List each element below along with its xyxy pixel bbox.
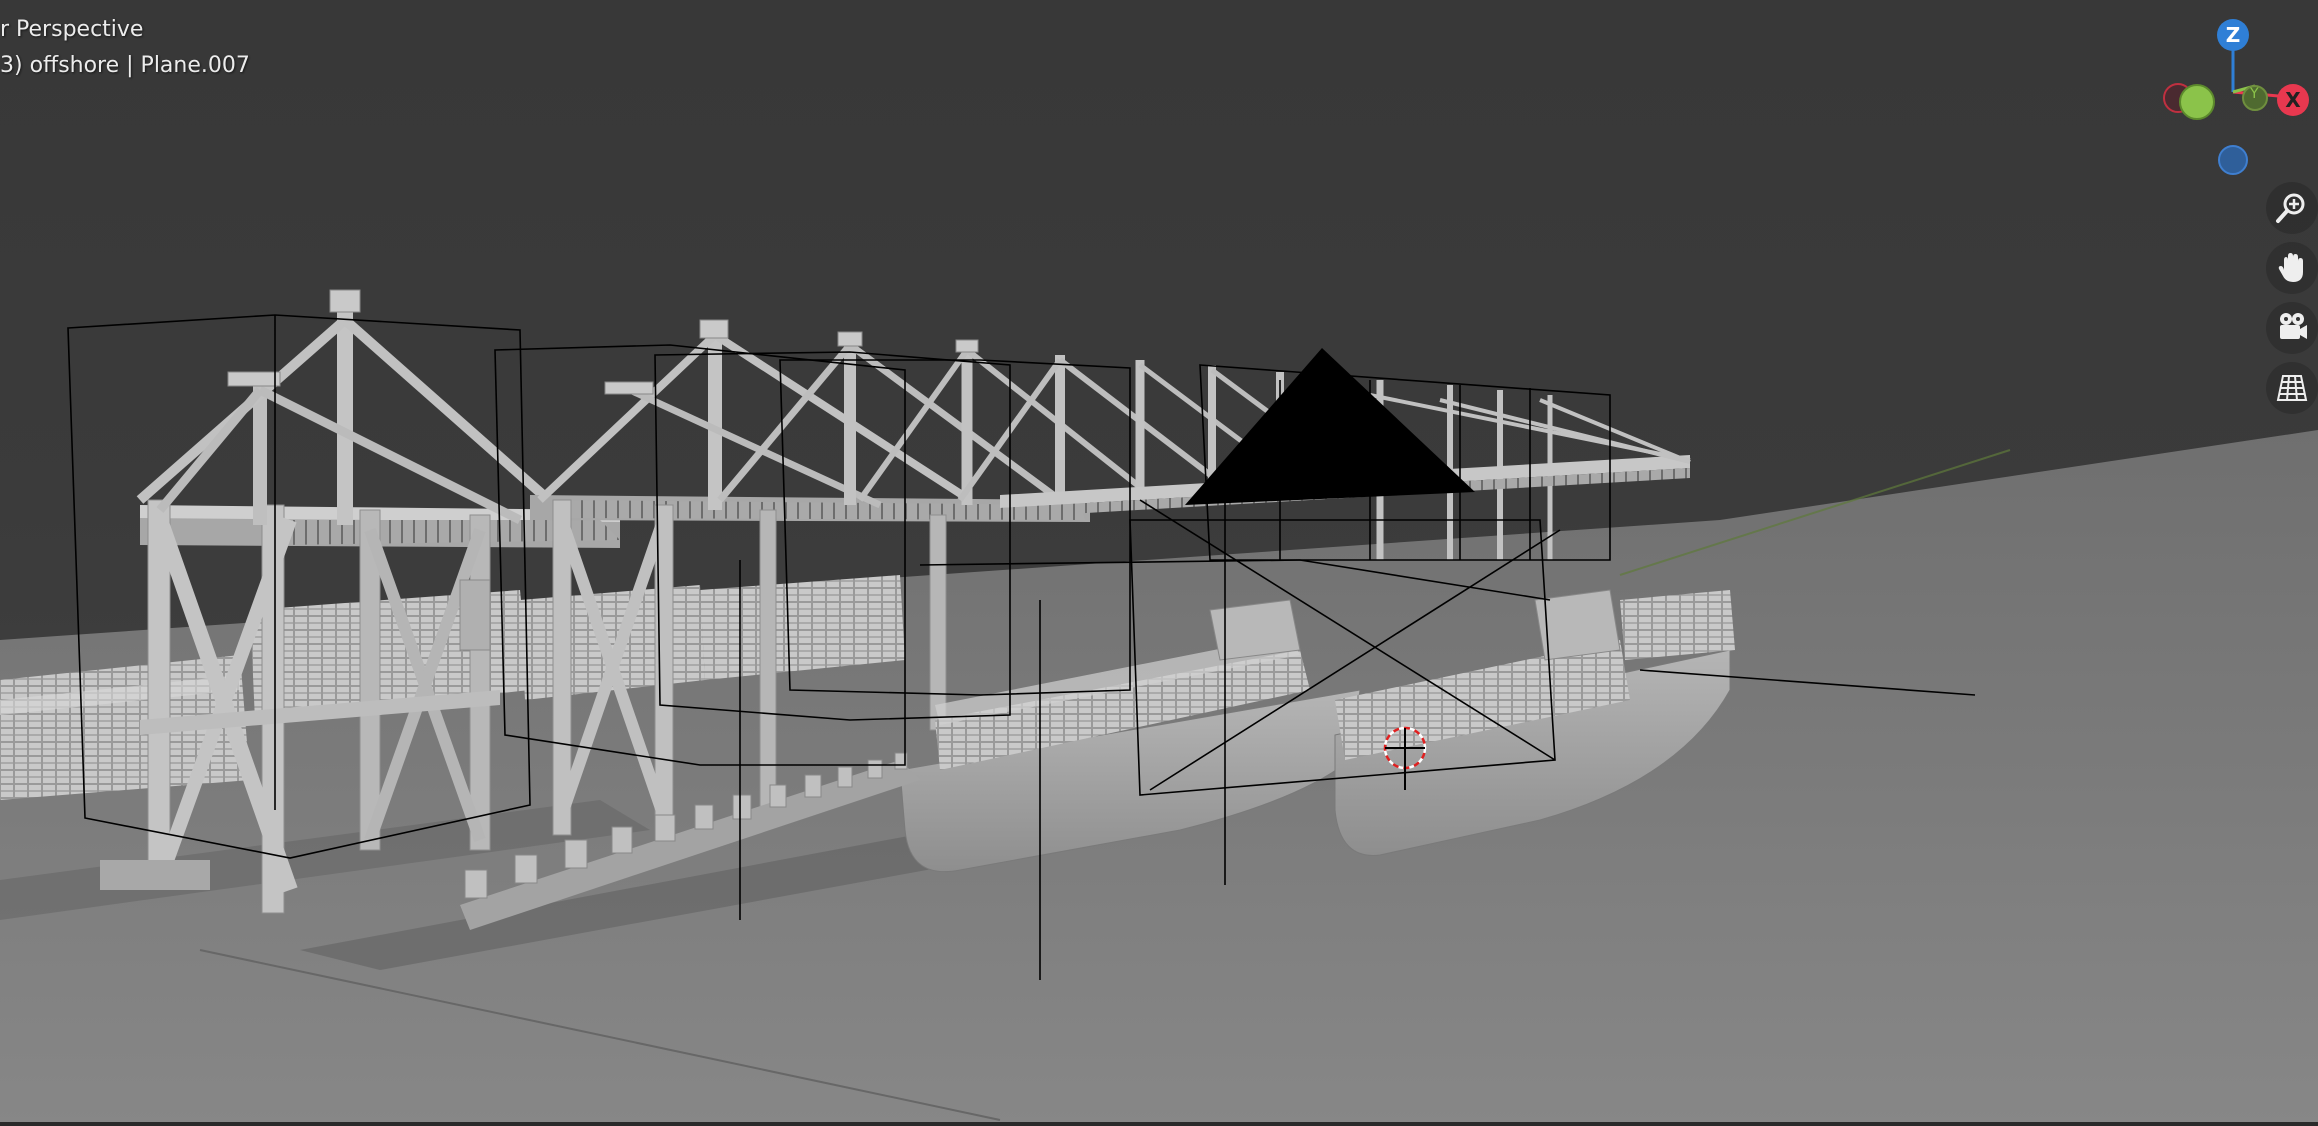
hand-icon (2278, 253, 2303, 282)
gizmo-z-label: Z (2226, 23, 2241, 47)
object-info-label: 3) offshore | Plane.007 (0, 53, 250, 78)
y-axis-icon (2179, 84, 2215, 120)
pan-button[interactable] (2266, 242, 2318, 294)
camera-icon (2280, 313, 2307, 339)
gizmo-x-label: X (2285, 88, 2301, 112)
neg-z-axis-icon (2218, 145, 2248, 175)
scene-render (0, 289, 2318, 1126)
ortho-toggle-button[interactable] (2266, 362, 2318, 414)
view-name-label: r Perspective (0, 17, 144, 42)
viewport-bottom-edge (0, 1122, 2318, 1126)
camera-view-button[interactable] (2266, 302, 2318, 354)
navigation-gizmo[interactable]: Y X Z (2150, 10, 2318, 190)
zoom-icon (2276, 193, 2305, 223)
grid-icon (2276, 375, 2308, 401)
3d-viewport[interactable]: r Perspective 3) offshore | Plane.007 Y … (0, 0, 2318, 1126)
camera-object (1185, 348, 1475, 505)
zoom-button[interactable] (2266, 182, 2318, 234)
gizmo-y-label: Y (2249, 86, 2259, 102)
